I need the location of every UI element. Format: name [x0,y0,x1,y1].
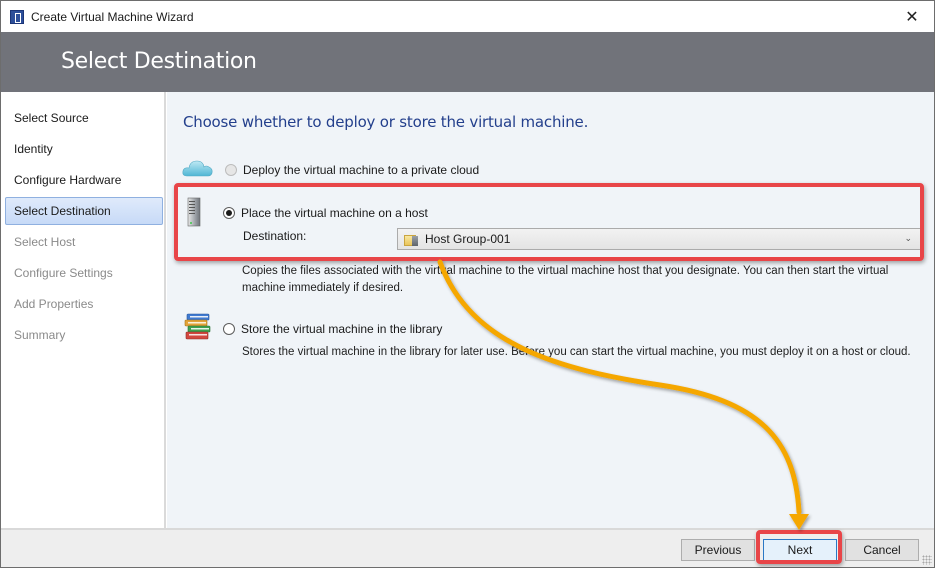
sidebar-item-add-properties: Add Properties [14,297,94,311]
content-heading: Choose whether to deploy or store the vi… [183,113,589,131]
destination-dropdown[interactable]: Host Group-001 ⌄ [397,228,921,250]
sidebar-item-configure-hardware[interactable]: Configure Hardware [5,166,163,194]
wizard-steps-sidebar: Select Source Identity Configure Hardwar… [1,92,166,528]
sidebar-item-summary: Summary [14,328,66,342]
chevron-down-icon: ⌄ [904,233,912,243]
sidebar-item-select-source[interactable]: Select Source [5,104,163,132]
place-on-host-label: Place the virtual machine on a host [241,206,428,220]
store-in-library-label: Store the virtual machine in the library [241,322,443,336]
place-on-host-description: Copies the files associated with the vir… [242,265,889,294]
wizard-window: Create Virtual Machine Wizard ✕ Select D… [0,0,935,568]
sidebar-item-identity[interactable]: Identity [5,135,163,163]
cancel-button[interactable]: Cancel [845,539,919,561]
sidebar-item-configure-settings: Configure Settings [14,266,113,280]
next-button[interactable]: Next [763,539,837,561]
resize-grip[interactable] [922,555,932,565]
place-on-host-radio[interactable] [223,207,235,219]
window-title: Create Virtual Machine Wizard [31,9,194,24]
private-cloud-label: Deploy the virtual machine to a private … [243,163,480,177]
private-cloud-radio[interactable] [225,164,237,176]
wizard-footer: Previous Next Cancel [1,528,934,567]
close-button[interactable]: ✕ [890,1,934,32]
destination-label: Destination: [243,229,307,243]
option-place-on-host[interactable]: Place the virtual machine on a host [223,206,428,220]
page-title: Select Destination [61,49,257,74]
store-in-library-radio[interactable] [223,323,235,335]
sidebar-item-select-destination[interactable]: Select Destination [5,197,163,225]
close-icon: ✕ [905,8,919,26]
option-private-cloud[interactable]: Deploy the virtual machine to a private … [225,163,479,177]
wizard-content: Choose whether to deploy or store the vi… [167,92,934,528]
destination-value: Host Group-001 [425,232,511,246]
title-bar: Create Virtual Machine Wizard ✕ [1,1,934,32]
store-in-library-description: Stores the virtual machine in the librar… [242,346,911,358]
cloud-icon [182,160,213,177]
library-books-icon [184,313,211,340]
wizard-header: Select Destination [1,32,934,92]
previous-button[interactable]: Previous [681,539,755,561]
app-icon [10,9,24,24]
sidebar-item-select-host: Select Host [14,235,76,249]
host-group-folder-icon [404,233,419,246]
option-store-in-library[interactable]: Store the virtual machine in the library [223,322,442,336]
server-icon [187,197,201,227]
